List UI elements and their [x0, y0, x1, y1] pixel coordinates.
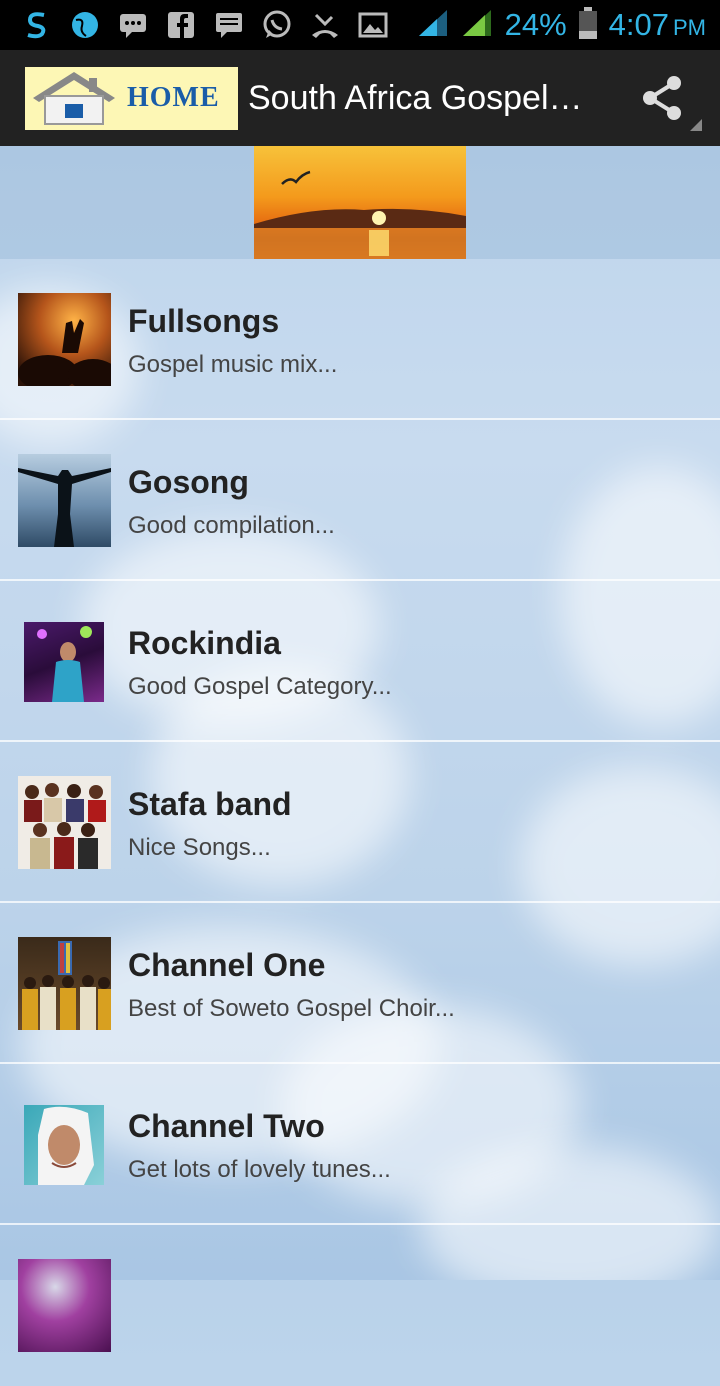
silhouette-thumbnail: [18, 454, 111, 547]
missed-call-icon: [308, 10, 342, 40]
woman-portrait-thumbnail: [24, 1105, 104, 1185]
sunset-banner-image: [254, 146, 466, 259]
list-item-title: Channel One: [128, 947, 326, 983]
band-group-thumbnail: [18, 776, 111, 869]
home-logo-text: HOME: [127, 82, 220, 113]
list-item-subtitle: Best of Soweto Gospel Choir...: [128, 995, 455, 1022]
home-logo-button[interactable]: HOME: [25, 66, 238, 130]
sms-icon: [212, 10, 246, 40]
list-item-subtitle: Gospel music mix...: [128, 351, 338, 378]
clock: 4:07 PM: [608, 7, 706, 42]
share-icon: [643, 76, 681, 120]
list-item[interactable]: Channel One Best of Soweto Gospel Choir.…: [0, 903, 720, 1064]
list-item-partial[interactable]: [0, 1225, 720, 1386]
whatsapp-icon: [260, 10, 294, 40]
battery-icon: [577, 6, 599, 45]
disco-thumbnail: [18, 1259, 111, 1352]
message-icon: [116, 10, 150, 40]
list-item[interactable]: Channel Two Get lots of lovely tunes...: [0, 1064, 720, 1225]
list-item-subtitle: Get lots of lovely tunes...: [128, 1156, 391, 1183]
s-app-icon: [20, 10, 54, 40]
battery-percent: 24%: [504, 7, 567, 42]
facebook-icon: [164, 10, 198, 40]
image-icon: [356, 10, 390, 40]
choir-thumbnail: [18, 937, 111, 1030]
banner-area: [0, 146, 720, 259]
list-item-subtitle: Good compilation...: [128, 512, 335, 539]
gospel-list: Fullsongs Gospel music mix... Gosong Goo…: [0, 259, 720, 1386]
house-icon: [33, 72, 115, 125]
action-bar: HOME South Africa Gospel…: [0, 50, 720, 146]
overflow-indicator: [690, 119, 702, 131]
list-item[interactable]: Rockindia Good Gospel Category...: [0, 581, 720, 742]
list-item[interactable]: Stafa band Nice Songs...: [0, 742, 720, 903]
globe-icon: [68, 10, 102, 40]
list-item-subtitle: Nice Songs...: [128, 834, 271, 861]
wifi-signal-icon: [417, 8, 451, 43]
list-item-title: Gosong: [128, 464, 249, 500]
share-button[interactable]: [640, 73, 702, 131]
singer-stage-thumbnail: [24, 622, 104, 702]
list-item[interactable]: Fullsongs Gospel music mix...: [0, 259, 720, 420]
list-item[interactable]: Gosong Good compilation...: [0, 420, 720, 581]
list-item-subtitle: Good Gospel Category...: [128, 673, 392, 700]
app-title: South Africa Gospel…: [248, 78, 583, 117]
concert-hands-thumbnail: [18, 293, 111, 386]
status-bar: 24% 4:07 PM: [0, 0, 720, 50]
list-item-title: Channel Two: [128, 1108, 325, 1144]
list-item-title: Fullsongs: [128, 303, 280, 339]
cell-signal-icon: [461, 8, 495, 43]
list-item-title: Stafa band: [128, 786, 292, 822]
list-item-title: Rockindia: [128, 625, 281, 661]
